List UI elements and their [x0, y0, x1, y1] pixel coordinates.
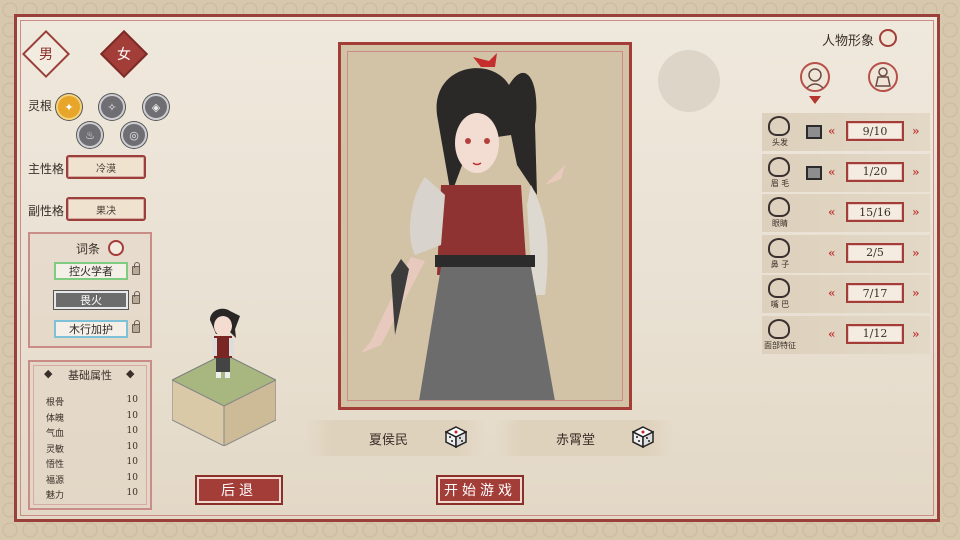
feature-row: 鼻 子 « 2/5 »	[762, 234, 930, 273]
attribute-value: 10	[126, 441, 138, 452]
eyebrow-icon	[768, 156, 790, 177]
color-swatch[interactable]	[806, 125, 822, 139]
face-feature-icon	[768, 318, 790, 339]
attribute-value: 10	[126, 457, 138, 467]
prev-arrow-icon[interactable]: «	[828, 286, 836, 300]
feature-row: 头发 « 9/10 »	[762, 113, 930, 151]
character-portrait-frame	[338, 42, 632, 410]
attribute-row: 魅力 10	[46, 488, 138, 501]
next-arrow-icon[interactable]: »	[912, 286, 920, 300]
sub-personality-select[interactable]: 果决	[66, 197, 146, 221]
trait-item[interactable]: 畏火	[53, 290, 129, 310]
attribute-row: 根骨 10	[46, 395, 138, 408]
attribute-value: 10	[126, 395, 138, 405]
trait-item[interactable]: 控火学者	[54, 262, 128, 280]
next-arrow-icon[interactable]: »	[912, 246, 920, 260]
surname-text: 夏侯民	[369, 432, 409, 448]
feature-value: 1/12	[846, 323, 904, 344]
wood-element-icon[interactable]: ✧	[99, 94, 125, 120]
attribute-value: 10	[126, 410, 138, 421]
prev-arrow-icon[interactable]: «	[828, 327, 836, 341]
feature-value: 9/10	[846, 121, 904, 141]
mouth-icon	[768, 278, 790, 298]
appearance-title: 人物形象	[822, 34, 875, 49]
earth-element-icon[interactable]: ◎	[121, 122, 147, 148]
main-personality-label: 主性格	[28, 162, 65, 176]
body-view-icon[interactable]	[868, 62, 898, 92]
start-game-button[interactable]: 开始游戏	[436, 475, 524, 505]
character-portrait	[351, 53, 619, 401]
feature-label: 头发	[772, 138, 788, 147]
attributes-title-ornament: ◆	[44, 367, 53, 380]
traits-title: 词条	[76, 242, 101, 256]
prev-arrow-icon[interactable]: «	[828, 124, 836, 138]
attribute-row: 体魄 10	[46, 411, 138, 424]
chibi-character	[200, 302, 246, 380]
spirit-root-label: 灵根	[28, 99, 53, 113]
feature-label: 面部特征	[764, 340, 796, 350]
trait-item[interactable]: 木行加护	[54, 320, 128, 338]
attribute-value: 10	[126, 488, 138, 498]
prev-arrow-icon[interactable]: «	[828, 205, 836, 219]
color-swatch[interactable]	[806, 165, 822, 180]
attribute-row: 福源 10	[46, 473, 138, 486]
feature-value: 2/5	[846, 242, 904, 263]
water-element-icon[interactable]: ✦	[56, 94, 82, 120]
feature-label: 鼻 子	[770, 259, 790, 269]
metal-element-icon[interactable]: ◈	[143, 94, 169, 120]
attribute-name: 灵敏	[46, 444, 65, 455]
lock-icon[interactable]	[132, 320, 140, 333]
feature-label: 眼睛	[772, 219, 788, 228]
selected-indicator-icon	[809, 96, 821, 104]
feature-row: 嘴 巴 « 7/17 »	[762, 275, 930, 313]
male-label: 男	[39, 47, 53, 63]
attribute-value: 10	[126, 472, 138, 483]
attribute-name: 体魄	[46, 413, 65, 424]
feature-label: 眉 毛	[770, 178, 790, 188]
female-label: 女	[117, 47, 131, 63]
traits-reroll-dice-icon[interactable]	[108, 240, 124, 256]
nose-icon	[768, 237, 790, 258]
feature-label: 嘴 巴	[770, 300, 790, 309]
main-personality-select[interactable]: 冷漠	[66, 155, 146, 179]
feature-value: 15/16	[846, 202, 904, 222]
attribute-row: 气血 10	[46, 426, 138, 439]
back-button[interactable]: 后退	[195, 475, 283, 505]
appearance-randomize-dice-icon[interactable]	[879, 29, 897, 47]
surname-dice-icon[interactable]	[445, 426, 467, 448]
attributes-title-ornament: ◆	[126, 367, 135, 380]
moon-decoration	[658, 50, 720, 112]
attribute-value: 10	[126, 426, 138, 436]
next-arrow-icon[interactable]: »	[912, 165, 920, 179]
feature-row: 眼睛 « 15/16 »	[762, 194, 930, 232]
eye-icon	[768, 197, 790, 217]
attribute-name: 根骨	[46, 398, 65, 408]
sub-personality-label: 副性格	[28, 204, 65, 218]
attribute-name: 气血	[46, 429, 65, 439]
feature-value: 1/20	[846, 161, 904, 182]
given-name-dice-icon[interactable]	[632, 426, 654, 448]
attribute-row: 悟性 10	[46, 457, 138, 470]
next-arrow-icon[interactable]: »	[912, 327, 920, 341]
prev-arrow-icon[interactable]: «	[828, 246, 836, 260]
hair-icon	[768, 116, 790, 136]
attributes-title: 基础属性	[68, 369, 112, 382]
attribute-row: 灵敏 10	[46, 442, 138, 455]
attribute-name: 悟性	[46, 460, 65, 470]
lock-icon[interactable]	[132, 262, 140, 275]
next-arrow-icon[interactable]: »	[912, 205, 920, 219]
attribute-name: 福源	[46, 475, 65, 486]
feature-row: 面部特征 « 1/12 »	[762, 315, 930, 354]
feature-row: 眉 毛 « 1/20 »	[762, 153, 930, 192]
fire-element-icon[interactable]: ♨	[77, 122, 103, 148]
prev-arrow-icon[interactable]: «	[828, 165, 836, 179]
face-view-icon[interactable]	[800, 62, 830, 92]
attribute-name: 魅力	[46, 491, 65, 501]
given-name-text: 赤霄堂	[556, 432, 596, 448]
next-arrow-icon[interactable]: »	[912, 124, 920, 138]
lock-icon[interactable]	[132, 291, 140, 304]
feature-value: 7/17	[846, 283, 904, 303]
